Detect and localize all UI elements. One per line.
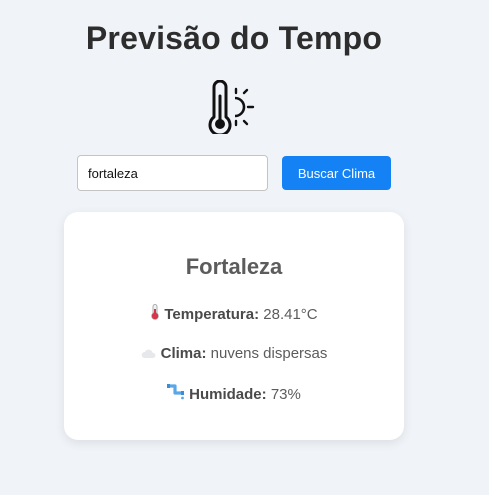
temperature-label: Temperatura: [164,306,260,323]
thermometer-icon [151,304,160,320]
city-search-input[interactable] [77,155,268,191]
page-title: Previsão do Tempo [85,20,383,56]
city-name: Fortaleza [185,254,283,279]
temperature-row: Temperatura: 28.41°C [64,304,404,323]
search-weather-button[interactable]: Buscar Clima [282,156,391,190]
cloud-icon [141,349,156,358]
condition-value: nuvens dispersas [210,345,328,362]
humidity-label: Humidade: [189,386,267,403]
temperature-value: 28.41°C [263,306,318,323]
humidity-value: 73% [270,386,301,403]
weather-card: Fortaleza Temperatura: 28.41°C Clima: nu… [64,212,404,440]
humidity-row: Humidade: 73% [64,384,404,403]
water-pipe-icon [167,384,185,400]
condition-label: Clima: [160,345,207,362]
thermometer-sun-icon [208,80,255,134]
condition-row: Clima: nuvens dispersas [64,345,404,362]
